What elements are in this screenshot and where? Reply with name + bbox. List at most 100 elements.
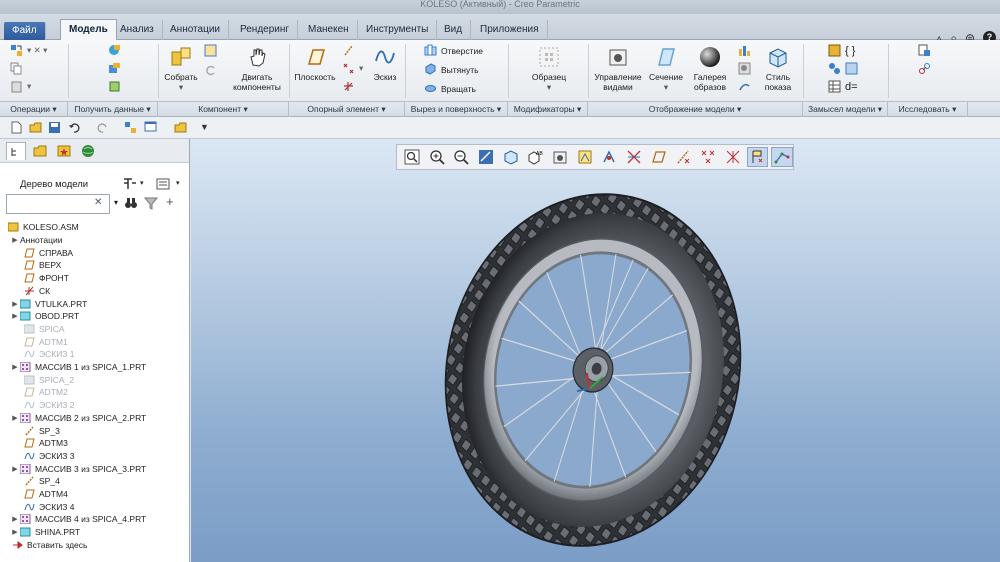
datum-plane-button[interactable]: Плоскость — [292, 44, 338, 82]
expand-arrow-icon[interactable]: ▶ — [10, 465, 20, 473]
tree-item[interactable]: ▶ Аннотации — [0, 234, 189, 247]
group-cut-surface[interactable]: Вырез и поверхность ▾ — [405, 102, 508, 117]
tab-view[interactable]: Вид — [436, 20, 472, 40]
expand-arrow-icon[interactable]: ▶ — [10, 363, 20, 371]
revolve-button[interactable]: Вращать — [424, 82, 476, 95]
tree-item[interactable]: ВЕРХ — [0, 259, 189, 272]
tree-item[interactable]: ЭСКИЗ 4 — [0, 500, 189, 513]
graphics-viewport[interactable]: AB — [191, 139, 1000, 562]
tree-item[interactable]: СПРАВА — [0, 246, 189, 259]
wheel-3d-model[interactable] — [191, 139, 1000, 562]
tree-item[interactable]: ЭСКИЗ 1 — [0, 348, 189, 361]
model-tree-tab-icon[interactable] — [6, 142, 26, 160]
tree-settings-icon[interactable] — [122, 177, 138, 193]
web-browser-tab-icon[interactable] — [78, 142, 98, 160]
perspective-button[interactable] — [738, 80, 751, 93]
find-binoculars-icon[interactable] — [124, 196, 138, 212]
tree-item[interactable]: SPICA_2 — [0, 373, 189, 386]
reference-viewer-button[interactable] — [918, 44, 931, 57]
tab-tools[interactable]: Инструменты — [358, 20, 438, 40]
save-icon[interactable] — [48, 121, 61, 134]
display-settings-button[interactable] — [738, 62, 751, 75]
group-get-data[interactable]: Получить данные ▾ — [68, 102, 158, 117]
expand-arrow-icon[interactable]: ▶ — [10, 300, 20, 308]
user-defined-feature-button[interactable] — [108, 44, 121, 57]
tree-item[interactable]: SPICA — [0, 323, 189, 336]
favorites-tab-icon[interactable] — [54, 142, 74, 160]
section-button[interactable]: Сечение ▾ — [646, 44, 686, 92]
display-style-button[interactable]: Стиль показа — [758, 44, 798, 92]
create-component-button[interactable] — [204, 44, 217, 57]
tab-annotations[interactable]: Аннотации — [162, 20, 229, 40]
expand-arrow-icon[interactable]: ▶ — [10, 414, 20, 422]
tree-item[interactable]: ADTM3 — [0, 437, 189, 450]
new-file-icon[interactable] — [10, 121, 23, 134]
hole-button[interactable]: Отверстие — [424, 44, 483, 57]
appearance-gallery-button[interactable]: Галерея образов — [688, 44, 732, 92]
tree-item[interactable]: ▶ VTULKA.PRT — [0, 297, 189, 310]
manage-views-button[interactable]: Управление видами — [592, 44, 644, 92]
regenerate-button[interactable]: ▾ ✕ ▾ — [10, 44, 47, 57]
expand-arrow-icon[interactable]: ▶ — [10, 236, 20, 244]
group-model-display[interactable]: Отображение модели ▾ — [588, 102, 803, 117]
copy-button[interactable] — [10, 62, 23, 75]
tree-item[interactable]: ФРОНТ — [0, 272, 189, 285]
tab-file[interactable]: Файл — [4, 22, 46, 40]
redo-icon[interactable] — [96, 121, 109, 134]
tree-item[interactable]: СК — [0, 285, 189, 298]
tab-model[interactable]: Модель — [60, 19, 117, 41]
search-dropdown-icon[interactable]: ▾ — [114, 198, 118, 207]
tree-item[interactable]: ▶ OBOD.PRT — [0, 310, 189, 323]
tree-item[interactable]: ▶ МАССИВ 1 из SPICA_1.PRT — [0, 361, 189, 374]
show-menu-icon[interactable] — [156, 177, 170, 193]
coordinate-system-button[interactable] — [342, 80, 355, 93]
tab-applications[interactable]: Приложения — [472, 20, 548, 40]
group-datum[interactable]: Опорный элемент ▾ — [289, 102, 405, 117]
drag-components-button[interactable]: Двигать компоненты — [228, 44, 286, 92]
undo-icon[interactable] — [68, 121, 81, 134]
tree-item[interactable]: ЭСКИЗ 3 — [0, 450, 189, 463]
pattern-button[interactable]: Образец ▾ — [528, 44, 570, 92]
component-interface-button[interactable] — [828, 62, 858, 75]
family-table-button[interactable]: { } — [828, 44, 855, 57]
tab-manikin[interactable]: Манекен — [300, 20, 358, 40]
expand-arrow-icon[interactable]: ▶ — [10, 528, 20, 536]
group-operations[interactable]: Операции ▾ — [0, 102, 68, 117]
tree-item[interactable]: ▶ МАССИВ 2 из SPICA_2.PRT — [0, 412, 189, 425]
regenerate-qat-icon[interactable] — [124, 121, 137, 134]
publish-geometry-icon[interactable] — [845, 62, 858, 75]
folder-browser-tab-icon[interactable] — [30, 142, 50, 160]
tree-item[interactable]: ADTM4 — [0, 488, 189, 501]
tree-settings-dropdown-icon[interactable]: ▾ — [140, 179, 144, 187]
clear-search-icon[interactable]: ✕ — [94, 197, 102, 208]
relations-button[interactable]: d= — [828, 80, 858, 93]
windows-icon[interactable] — [144, 121, 157, 134]
tree-item[interactable]: Вставить здесь — [0, 539, 189, 552]
datum-point-button[interactable]: ▾ — [342, 62, 363, 75]
tree-item[interactable]: ▶ SHINA.PRT — [0, 526, 189, 539]
extrude-button[interactable]: Вытянуть — [424, 63, 479, 76]
group-component[interactable]: Компонент ▾ — [158, 102, 289, 117]
shrinkwrap-button[interactable] — [108, 80, 121, 93]
tab-rendering[interactable]: Рендеринг — [232, 20, 299, 40]
customize-qat-icon[interactable]: ▼ — [200, 122, 209, 132]
expand-arrow-icon[interactable]: ▶ — [10, 515, 20, 523]
expand-arrow-icon[interactable]: ▶ — [10, 312, 20, 320]
scenes-button[interactable] — [738, 44, 751, 57]
tab-analysis[interactable]: Анализ — [112, 20, 163, 40]
parameters-icon[interactable]: { } — [845, 45, 855, 57]
add-column-icon[interactable]: + — [166, 194, 174, 209]
group-modifiers[interactable]: Модификаторы ▾ — [508, 102, 588, 117]
group-model-intent[interactable]: Замысел модели ▾ — [803, 102, 888, 117]
tree-item[interactable]: ADTM2 — [0, 386, 189, 399]
tree-item[interactable]: ▶ МАССИВ 4 из SPICA_4.PRT — [0, 513, 189, 526]
tree-item[interactable]: SP_3 — [0, 424, 189, 437]
group-investigate[interactable]: Исследовать ▾ — [888, 102, 968, 117]
open-folder-icon[interactable] — [29, 121, 42, 134]
sketch-button[interactable]: Эскиз — [368, 44, 402, 82]
assemble-button[interactable]: Собрать ▾ — [163, 44, 199, 92]
paste-button[interactable]: ▾ — [10, 80, 31, 93]
datum-axis-button[interactable] — [342, 44, 355, 57]
filter-icon[interactable] — [143, 196, 159, 212]
tree-item[interactable]: SP_4 — [0, 475, 189, 488]
